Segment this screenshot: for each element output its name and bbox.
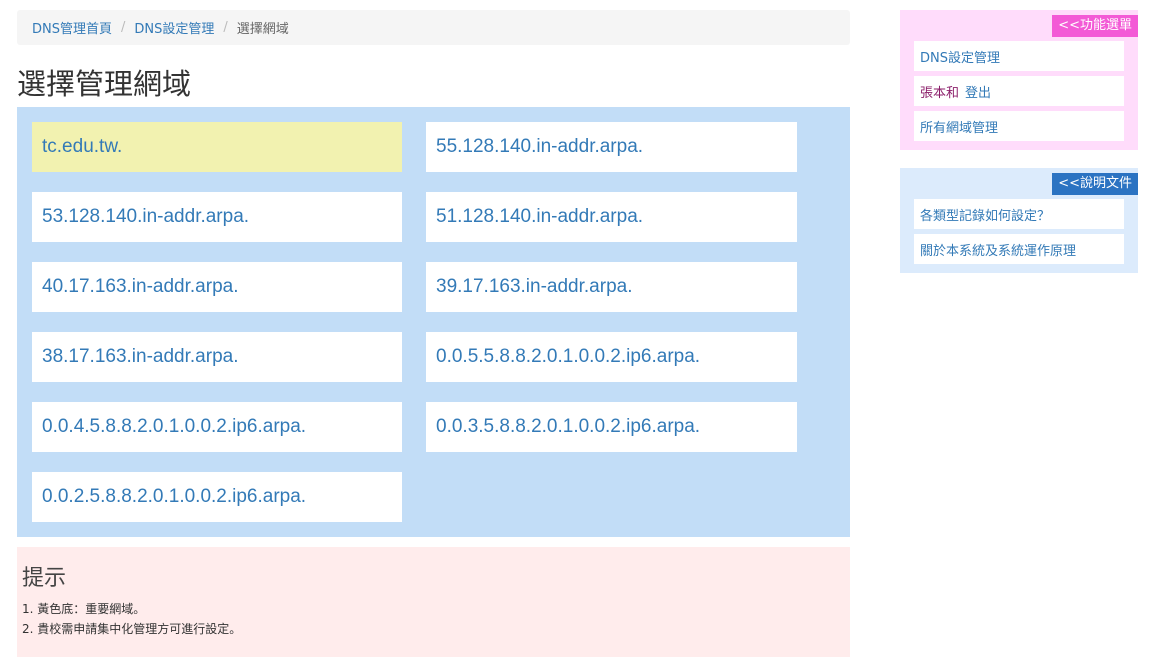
page-title: 選擇管理網域 [17, 67, 192, 101]
domain-item[interactable]: 0.0.4.5.8.8.2.0.1.0.0.2.ip6.arpa. [32, 402, 402, 452]
domain-item[interactable]: 55.128.140.in-addr.arpa. [426, 122, 797, 172]
main-column: DNS管理首頁 / DNS設定管理 / 選擇網域 選擇管理網域 tc.edu.t… [17, 10, 850, 657]
menu-item-user: 張本和 登出 [914, 76, 1124, 106]
docs-item-record-types: 各類型記錄如何設定？ [914, 199, 1124, 229]
domain-item[interactable]: 0.0.2.5.8.8.2.0.1.0.0.2.ip6.arpa. [32, 472, 402, 522]
hint-line: 2. 貴校需申請集中化管理方可進行設定。 [22, 622, 242, 636]
domain-panel: tc.edu.tw. 55.128.140.in-addr.arpa. 53.1… [17, 107, 850, 537]
function-menu-header: <<功能選單 [914, 15, 1138, 37]
page: DNS管理首頁 / DNS設定管理 / 選擇網域 選擇管理網域 tc.edu.t… [0, 0, 1154, 670]
breadcrumb-settings-link[interactable]: DNS設定管理 [134, 18, 214, 37]
hint-panel: 提示 1. 黃色底：重要網域。 2. 貴校需申請集中化管理方可進行設定。 [17, 547, 850, 657]
breadcrumb: DNS管理首頁 / DNS設定管理 / 選擇網域 [17, 10, 850, 45]
breadcrumb-separator: / [223, 20, 228, 35]
domain-item[interactable]: 38.17.163.in-addr.arpa. [32, 332, 402, 382]
about-system-doc-link[interactable]: 關於本系統及系統運作原理 [920, 240, 1076, 259]
breadcrumb-current: 選擇網域 [236, 22, 289, 37]
hint-title: 提示 [22, 566, 67, 591]
domain-item[interactable]: 39.17.163.in-addr.arpa. [426, 262, 797, 312]
breadcrumb-separator: / [121, 20, 126, 35]
docs-menu-tag[interactable]: <<說明文件 [1052, 173, 1138, 195]
domain-item[interactable]: tc.edu.tw. [32, 122, 402, 172]
menu-item-dns-settings: DNS設定管理 [914, 41, 1124, 71]
logout-link[interactable]: 登出 [965, 82, 991, 101]
domain-item[interactable]: 40.17.163.in-addr.arpa. [32, 262, 402, 312]
function-menu: <<功能選單 DNS設定管理 張本和 登出 所有網域管理 [900, 10, 1138, 150]
domain-item[interactable]: 51.128.140.in-addr.arpa. [426, 192, 797, 242]
docs-item-about: 關於本系統及系統運作原理 [914, 234, 1124, 264]
breadcrumb-home-link[interactable]: DNS管理首頁 [32, 18, 112, 37]
domain-grid: tc.edu.tw. 55.128.140.in-addr.arpa. 53.1… [32, 122, 835, 522]
function-menu-tag[interactable]: <<功能選單 [1052, 15, 1138, 37]
username: 張本和 [920, 85, 960, 101]
docs-menu-header: <<說明文件 [914, 173, 1138, 195]
domain-item[interactable]: 0.0.5.5.8.8.2.0.1.0.0.2.ip6.arpa. [426, 332, 797, 382]
hint-line: 1. 黃色底：重要網域。 [22, 602, 146, 616]
domain-item[interactable]: 0.0.3.5.8.8.2.0.1.0.0.2.ip6.arpa. [426, 402, 797, 452]
docs-menu: <<說明文件 各類型記錄如何設定？ 關於本系統及系統運作原理 [900, 168, 1138, 273]
domain-item[interactable]: 53.128.140.in-addr.arpa. [32, 192, 402, 242]
dns-settings-link[interactable]: DNS設定管理 [920, 47, 1000, 66]
all-domains-link[interactable]: 所有網域管理 [920, 117, 998, 136]
record-types-doc-link[interactable]: 各類型記錄如何設定？ [920, 205, 1050, 224]
menu-item-all-domains: 所有網域管理 [914, 111, 1124, 141]
